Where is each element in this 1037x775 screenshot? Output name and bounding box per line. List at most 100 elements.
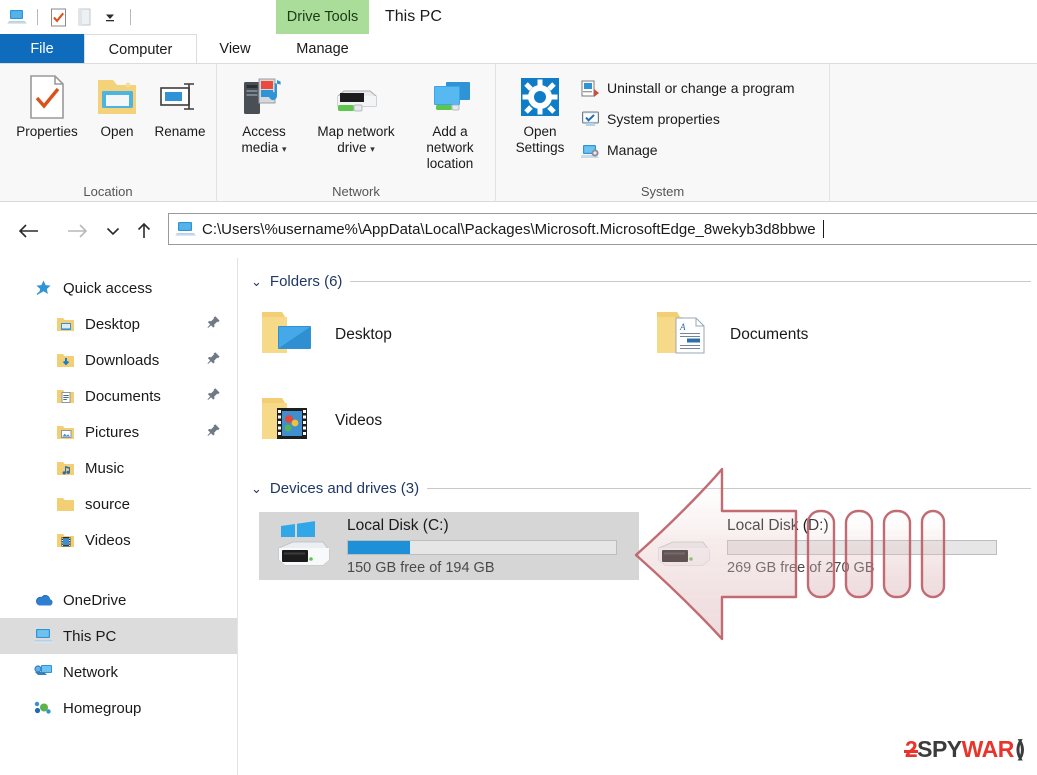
ribbon-button-add-a-network-location-label: Add a network location [426,124,474,171]
sidebar-item-onedrive[interactable]: OneDrive [0,582,237,618]
sidebar-item-videos[interactable]: Videos [0,522,237,558]
open-folder-icon [95,72,139,120]
sidebar-item-label: OneDrive [63,591,127,609]
ribbon-button-access-media-label: Access media [241,124,286,155]
sidebar-item-documents[interactable]: Documents [0,378,237,414]
tab-manage[interactable]: Manage [276,34,369,64]
ribbon-group-location: Properties Open Rename Location [0,64,217,202]
this-pc-icon [32,625,54,647]
drive-name-label: Local Disk (D:) [727,516,829,534]
ribbon-button-access-media[interactable]: Access media ▾ [223,72,305,157]
ribbon-button-map-network-drive[interactable]: Map network drive ▾ [305,72,407,157]
folder-item-label: Desktop [335,325,392,343]
sidebar-item-network[interactable]: Network [0,654,237,690]
navigation-pane: Quick access Desktop Downloads Documents… [0,258,238,775]
drive-name-label: Local Disk (C:) [347,516,449,534]
sidebar-item-label: Quick access [63,279,153,297]
sidebar-item-label: source [85,495,131,513]
ribbon-button-properties[interactable]: Properties [8,72,86,140]
ribbon-button-open[interactable]: Open [88,72,146,140]
group-header-devices-and-drives[interactable]: ⌄ Devices and drives (3) [251,480,1031,497]
drive-usage-fill [348,540,410,554]
drive-icon [651,516,713,577]
drive-usage-bar [727,539,997,555]
network-icon [32,661,54,683]
drive-tile-local-disk-d[interactable]: Local Disk (D:) 269 GB free of 270 GB [639,512,1019,580]
forward-arrow-icon [68,224,88,238]
sidebar-item-pictures[interactable]: Pictures [0,414,237,450]
drive-free-label: 150 GB free of 194 GB [347,559,495,576]
folder-documents-icon: A [654,306,716,363]
ribbon-button-system-properties-label: System properties [607,111,720,127]
ribbon-button-open-label: Open [100,124,134,139]
watermark-war: WAR [961,736,1015,762]
ribbon-button-rename-label: Rename [154,124,206,139]
pin-icon[interactable] [207,387,221,405]
tab-view[interactable]: View [197,34,273,64]
rename-icon [157,72,203,120]
forward-button[interactable] [62,217,92,245]
chevron-down-icon[interactable] [99,6,121,28]
drive-usage-bar [347,539,617,555]
recent-locations-button[interactable] [100,217,126,245]
ribbon-group-network-label: Network [332,184,380,199]
address-bar[interactable]: C:\Users\%username%\AppData\Local\Packag… [168,213,1037,245]
qat-separator-1 [37,9,38,25]
ribbon-button-uninstall-or-change-a-program[interactable]: Uninstall or change a program [580,78,795,98]
properties-icon[interactable] [47,6,69,28]
group-header-rule [427,488,1031,489]
group-header-rule [350,281,1031,282]
folder-music-icon [54,457,76,479]
folder-pictures-icon [54,421,76,443]
dropdown-caret-icon[interactable]: ▾ [370,144,375,154]
quick-access-toolbar[interactable] [0,0,136,34]
back-button[interactable] [14,217,44,245]
contextual-tab-header-drive-tools: Drive Tools [276,0,369,34]
tab-file[interactable]: File [0,34,84,64]
ribbon-button-system-properties[interactable]: System properties [580,109,720,129]
sidebar-item-downloads[interactable]: Downloads [0,342,237,378]
sidebar-item-homegroup[interactable]: Homegroup [0,690,237,726]
ribbon-button-open-settings-label: Open Settings [515,124,565,155]
sidebar-item-music[interactable]: Music [0,450,237,486]
folder-item-videos[interactable]: Videos [259,392,382,449]
sidebar-item-this-pc[interactable]: This PC [0,618,237,654]
star-icon [32,277,54,299]
sidebar-item-quick-access[interactable]: Quick access [0,270,237,306]
ribbon-button-manage-label: Manage [607,142,658,158]
address-input[interactable]: C:\Users\%username%\AppData\Local\Packag… [202,221,816,238]
pin-icon[interactable] [207,315,221,333]
ribbon-button-open-settings[interactable]: Open Settings [506,72,574,156]
sidebar-item-label: Videos [85,531,131,549]
sidebar-item-label: Music [85,459,125,477]
folder-videos-icon [54,529,76,551]
ribbon-button-manage[interactable]: Manage [580,140,658,160]
chevron-down-icon[interactable]: ⌄ [251,274,262,290]
ribbon-group-system: Open Settings Uninstall or change a prog… [496,64,830,202]
new-folder-icon[interactable] [73,6,95,28]
sidebar-item-desktop[interactable]: Desktop [0,306,237,342]
ribbon-group-network: Access media ▾ Map network drive ▾ Add a… [217,64,496,202]
pin-icon[interactable] [207,423,221,441]
chevron-down-icon[interactable]: ⌄ [251,481,262,497]
folder-videos-icon [259,392,321,449]
sidebar-item-label: Desktop [85,315,141,333]
sidebar-item-source[interactable]: source [0,486,237,522]
this-pc-icon[interactable] [6,6,28,28]
folder-item-desktop[interactable]: Desktop [259,306,392,363]
up-one-level-button[interactable] [130,217,158,245]
sidebar-item-label: Documents [85,387,161,405]
drive-tile-local-disk-c[interactable]: Local Disk (C:) 150 GB free of 194 GB [259,512,639,580]
drive-free-label: 269 GB free of 270 GB [727,559,875,576]
pin-icon[interactable] [207,351,221,369]
dropdown-caret-icon[interactable]: ▾ [282,144,287,154]
ribbon-button-rename[interactable]: Rename [146,72,214,140]
watermark-2: 2 [903,736,919,762]
drive-info: Local Disk (C:) 150 GB free of 194 GB [347,517,627,576]
sidebar-item-label: Network [63,663,119,681]
folder-item-documents[interactable]: A Documents [654,306,808,363]
tab-computer[interactable]: Computer [84,34,197,64]
ribbon-button-add-a-network-location[interactable]: Add a network location [407,72,493,172]
group-header-folders[interactable]: ⌄ Folders (6) [251,273,1031,290]
folder-desktop-icon [259,306,321,363]
